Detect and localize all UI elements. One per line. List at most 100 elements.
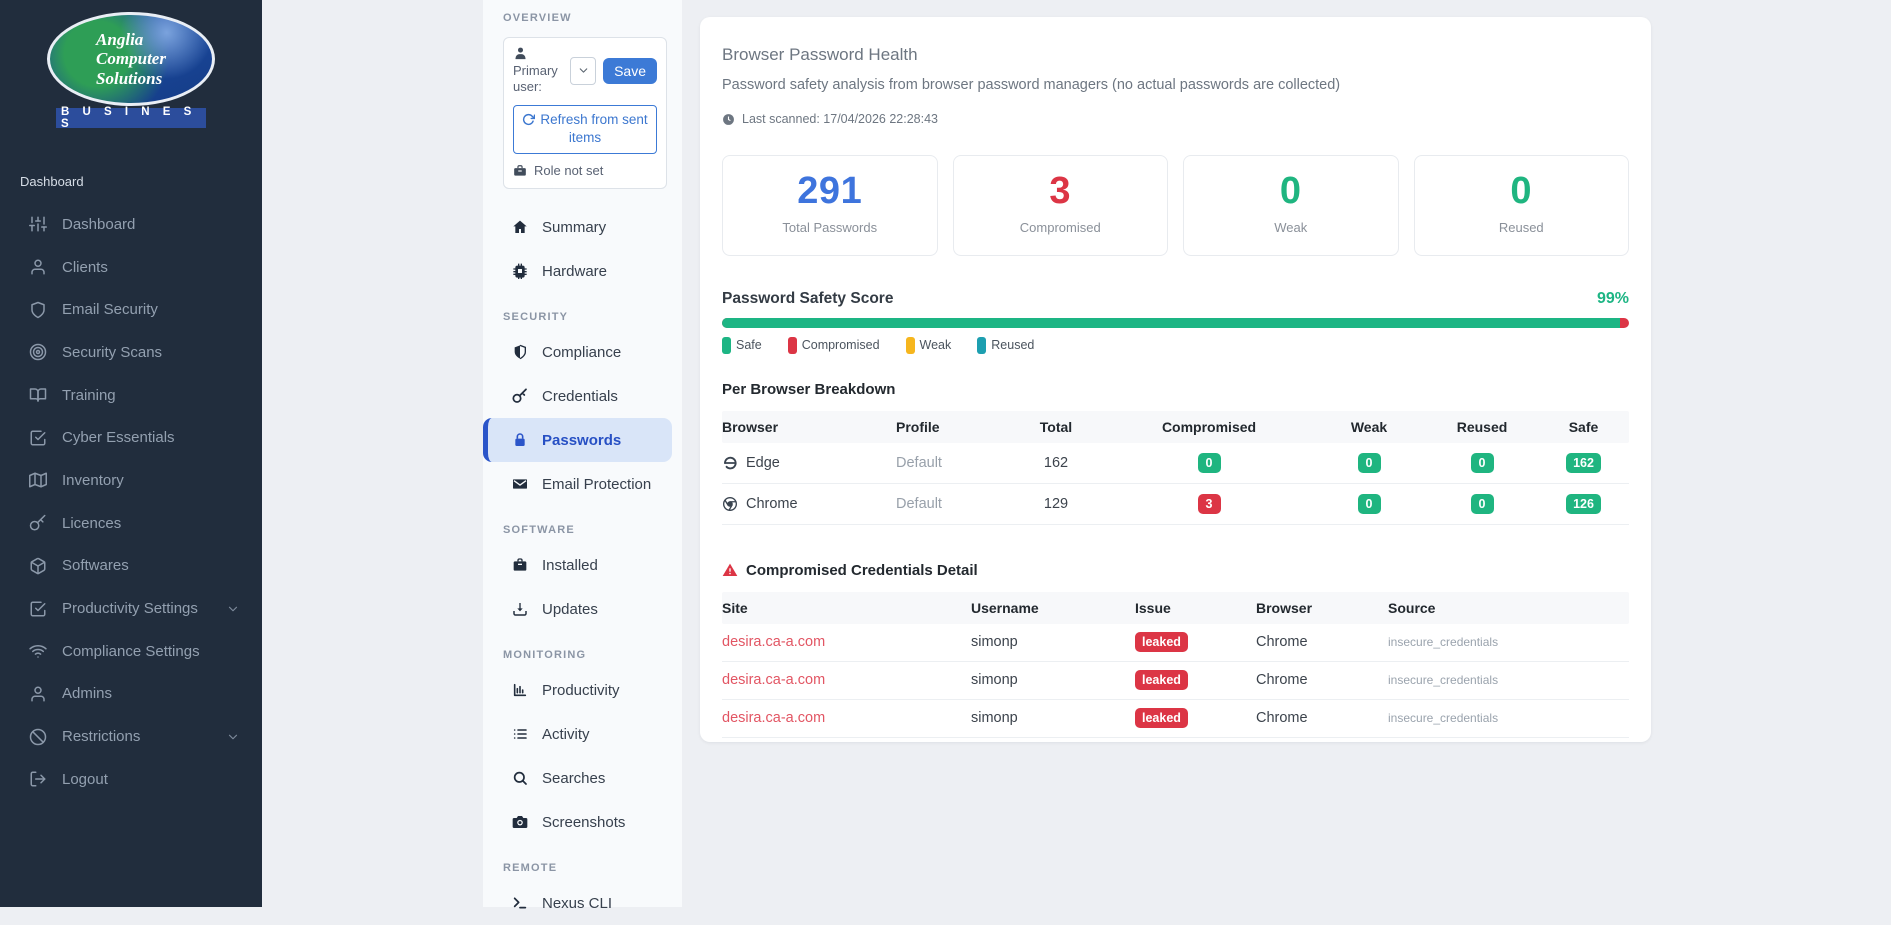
sidebar-item-logout[interactable]: Logout — [0, 758, 262, 801]
count-badge: 3 — [1198, 494, 1221, 514]
subnav-group-software: SOFTWAREInstalledUpdates — [483, 524, 682, 631]
subnav-item-email-protection[interactable]: Email Protection — [483, 462, 682, 506]
sidebar-item-cyber-essentials[interactable]: Cyber Essentials — [0, 416, 262, 459]
browser-cell: Edge — [722, 445, 896, 481]
subnav-item-passwords[interactable]: Passwords — [483, 418, 672, 462]
subnav-group-monitoring: MONITORING Productivity Activity SearchesSc… — [483, 649, 682, 844]
table-row: desira.ca-a.comsimonpleakedChromeinsecur… — [722, 700, 1629, 738]
subnav-item-updates[interactable]: Updates — [483, 587, 682, 631]
subnav-group-heading: MONITORING — [503, 649, 682, 661]
sidebar-item-label: Security Scans — [62, 344, 162, 361]
page-subtitle: Password safety analysis from browser pa… — [722, 77, 1629, 93]
safety-score-label: Password Safety Score — [722, 290, 893, 308]
sidebar-item-productivity-settings[interactable]: Productivity Settings — [0, 587, 262, 630]
subnav-item-label: Productivity — [542, 682, 620, 699]
compromised-cell: 0 — [1106, 443, 1312, 483]
book-icon — [29, 386, 47, 404]
subnav-item-label: Credentials — [542, 388, 618, 405]
safety-score-progress-bar — [722, 318, 1629, 328]
sidebar-item-restrictions[interactable]: Restrictions — [0, 715, 262, 758]
sidebar-item-softwares[interactable]: Softwares — [0, 545, 262, 588]
stat-value: 0 — [1415, 171, 1629, 213]
sidebar-item-label: Clients — [62, 259, 108, 276]
check-square-icon — [29, 600, 47, 618]
primary-user-label-block: Primary user: — [513, 46, 563, 96]
key-solid-icon — [512, 388, 528, 404]
sliders-icon — [29, 215, 47, 233]
browser-cell: Chrome — [1256, 626, 1388, 659]
subnav-item-summary[interactable]: Summary — [483, 205, 682, 249]
sidebar-item-licences[interactable]: Licences — [0, 502, 262, 545]
subnav-item-label: Activity — [542, 726, 590, 743]
slash-icon — [29, 728, 47, 746]
sidebar-item-clients[interactable]: Clients — [0, 246, 262, 289]
map-icon — [29, 471, 47, 489]
primary-sidebar: Anglia Computer Solutions B U S I N E S … — [0, 0, 262, 907]
count-badge: 126 — [1566, 494, 1601, 514]
column-header-total: Total — [1006, 411, 1106, 443]
site-link[interactable]: desira.ca-a.com — [722, 634, 825, 650]
download-icon — [512, 601, 528, 617]
sidebar-item-dashboard[interactable]: Dashboard — [0, 203, 262, 246]
safety-score-legend: SafeCompromisedWeakReused — [722, 337, 1629, 354]
reused-cell: 0 — [1426, 443, 1538, 483]
subnav-item-compliance[interactable]: Compliance — [483, 330, 682, 374]
refresh-icon — [522, 113, 535, 126]
legend-swatch — [906, 337, 915, 354]
subnav-item-searches[interactable]: Searches — [483, 756, 682, 800]
edge-icon — [722, 455, 738, 471]
compromised-credentials-heading-row: Compromised Credentials Detail — [722, 562, 1629, 579]
count-badge: 0 — [1471, 494, 1494, 514]
legend-item-weak: Weak — [906, 337, 952, 354]
primary-user-select[interactable] — [570, 57, 596, 85]
reused-cell: 0 — [1426, 484, 1538, 524]
site-link[interactable]: desira.ca-a.com — [722, 710, 825, 726]
logo-line-1: Anglia — [96, 30, 166, 49]
column-header-issue: Issue — [1135, 592, 1256, 624]
sidebar-item-compliance-settings[interactable]: Compliance Settings — [0, 630, 262, 673]
stat-card-reused: 0Reused — [1414, 155, 1630, 256]
subnav-item-label: Compliance — [542, 344, 621, 361]
subnav-item-credentials[interactable]: Credentials — [483, 374, 682, 418]
refresh-button-label: Refresh from sent items — [540, 112, 647, 146]
role-status: Role not set — [513, 163, 657, 178]
legend-item-compromised: Compromised — [788, 337, 880, 354]
primary-sidebar-menu: Dashboard Clients Email Security Security S… — [0, 203, 262, 801]
profile-cell: Default — [896, 486, 1006, 522]
column-header-weak: Weak — [1312, 411, 1426, 443]
shield-icon — [29, 301, 47, 319]
stat-label: Weak — [1184, 220, 1398, 235]
column-header-reused: Reused — [1426, 411, 1538, 443]
subnav-item-hardware[interactable]: Hardware — [483, 249, 682, 293]
refresh-from-sent-items-button[interactable]: Refresh from sent items — [513, 105, 657, 155]
count-badge: 0 — [1471, 453, 1494, 473]
sidebar-item-inventory[interactable]: Inventory — [0, 459, 262, 502]
legend-item-reused: Reused — [977, 337, 1034, 354]
subnav-item-screenshots[interactable]: Screenshots — [483, 800, 682, 844]
search-icon — [512, 770, 528, 786]
site-link[interactable]: desira.ca-a.com — [722, 672, 825, 688]
check-square-icon — [29, 429, 47, 447]
warning-triangle-icon — [722, 562, 738, 578]
browser-cell: Chrome — [1256, 664, 1388, 697]
count-badge: leaked — [1135, 708, 1188, 728]
browser-name: Edge — [746, 455, 780, 471]
stat-card-total-passwords: 291Total Passwords — [722, 155, 938, 256]
sidebar-item-email-security[interactable]: Email Security — [0, 288, 262, 331]
site-cell: desira.ca-a.com — [722, 664, 971, 697]
subnav-item-productivity[interactable]: Productivity — [483, 668, 682, 712]
subnav-item-nexus-cli[interactable]: Nexus CLI — [483, 881, 682, 925]
issue-cell: leaked — [1135, 662, 1256, 699]
sidebar-item-training[interactable]: Training — [0, 374, 262, 417]
column-header-browser: Browser — [722, 411, 896, 443]
subnav-item-activity[interactable]: Activity — [483, 712, 682, 756]
save-button[interactable]: Save — [603, 58, 657, 84]
overview-section-label: OVERVIEW — [503, 12, 682, 24]
sidebar-item-security-scans[interactable]: Security Scans — [0, 331, 262, 374]
cpu-icon — [512, 263, 528, 279]
subnav-item-label: Email Protection — [542, 476, 651, 493]
subnav-item-installed[interactable]: Installed — [483, 543, 682, 587]
sidebar-item-admins[interactable]: Admins — [0, 673, 262, 716]
subnav-group-remote: REMOTENexus CLI — [483, 862, 682, 925]
chrome-icon — [722, 496, 738, 512]
